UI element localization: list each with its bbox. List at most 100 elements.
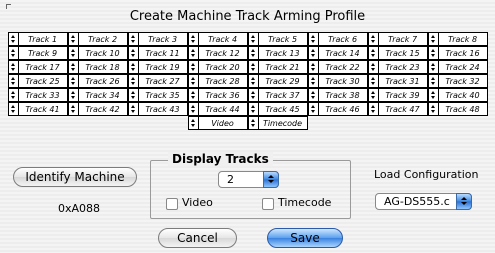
stepper-arrows-icon[interactable] — [369, 47, 379, 59]
stepper-arrows-icon[interactable] — [129, 89, 139, 101]
track-popup[interactable]: Track 41 — [8, 102, 68, 116]
track-popup[interactable]: Track 14 — [308, 46, 368, 60]
track-popup[interactable]: Track 33 — [8, 88, 68, 102]
track-popup[interactable]: Track 47 — [368, 102, 428, 116]
track-popup[interactable]: Track 11 — [128, 46, 188, 60]
stepper-arrows-icon[interactable] — [309, 61, 319, 73]
track-popup[interactable]: Track 8 — [428, 32, 488, 46]
stepper-arrows-icon[interactable] — [309, 75, 319, 87]
stepper-arrows-icon[interactable] — [69, 89, 79, 101]
save-button[interactable]: Save — [267, 228, 343, 248]
track-popup[interactable]: Track 44 — [188, 102, 248, 116]
track-popup[interactable]: Track 39 — [368, 88, 428, 102]
track-popup[interactable]: Track 9 — [8, 46, 68, 60]
stepper-arrows-icon[interactable] — [129, 103, 139, 115]
stepper-arrows-icon[interactable] — [189, 117, 199, 129]
stepper-arrows-icon[interactable] — [9, 75, 19, 87]
track-popup[interactable]: Track 3 — [128, 32, 188, 46]
track-popup[interactable]: Track 4 — [188, 32, 248, 46]
track-popup[interactable]: Track 1 — [8, 32, 68, 46]
track-popup[interactable]: Track 35 — [128, 88, 188, 102]
stepper-arrows-icon[interactable] — [9, 33, 19, 45]
track-popup[interactable]: Track 48 — [428, 102, 488, 116]
track-popup[interactable]: Track 16 — [428, 46, 488, 60]
stepper-arrows-icon[interactable] — [429, 61, 439, 73]
track-popup[interactable]: Track 46 — [308, 102, 368, 116]
track-popup[interactable]: Track 45 — [248, 102, 308, 116]
stepper-arrows-icon[interactable] — [9, 103, 19, 115]
stepper-arrows-icon[interactable] — [69, 75, 79, 87]
stepper-arrows-icon[interactable] — [129, 47, 139, 59]
checkbox-box[interactable] — [166, 198, 178, 210]
track-popup[interactable]: Track 17 — [8, 60, 68, 74]
stepper-arrows-icon[interactable] — [189, 103, 199, 115]
stepper-arrows-icon[interactable] — [9, 89, 19, 101]
track-popup[interactable]: Track 21 — [248, 60, 308, 74]
track-popup[interactable]: Track 23 — [368, 60, 428, 74]
stepper-arrows-icon[interactable] — [429, 103, 439, 115]
track-popup[interactable]: Track 28 — [188, 74, 248, 88]
stepper-arrows-icon[interactable] — [189, 33, 199, 45]
stepper-arrows-icon[interactable] — [309, 103, 319, 115]
stepper-arrows-icon[interactable] — [189, 61, 199, 73]
cancel-button[interactable]: Cancel — [158, 228, 237, 248]
stepper-arrows-icon[interactable] — [369, 61, 379, 73]
track-popup[interactable]: Track 38 — [308, 88, 368, 102]
stepper-arrows-icon[interactable] — [249, 61, 259, 73]
track-popup[interactable]: Video — [188, 116, 248, 130]
stepper-arrows-icon[interactable] — [129, 61, 139, 73]
stepper-arrows-icon[interactable] — [9, 47, 19, 59]
track-popup[interactable]: Track 42 — [68, 102, 128, 116]
track-popup[interactable]: Track 36 — [188, 88, 248, 102]
track-popup[interactable]: Track 6 — [308, 32, 368, 46]
stepper-arrows-icon[interactable] — [249, 47, 259, 59]
track-popup[interactable]: Track 19 — [128, 60, 188, 74]
stepper-arrows-icon[interactable] — [369, 89, 379, 101]
stepper-arrows-icon[interactable] — [429, 75, 439, 87]
stepper-arrows-icon[interactable] — [189, 47, 199, 59]
stepper-arrows-icon[interactable] — [249, 33, 259, 45]
track-popup[interactable]: Track 15 — [368, 46, 428, 60]
stepper-arrows-icon[interactable] — [249, 103, 259, 115]
track-popup[interactable]: Track 12 — [188, 46, 248, 60]
stepper-arrows-icon[interactable] — [429, 47, 439, 59]
track-popup[interactable]: Track 43 — [128, 102, 188, 116]
stepper-arrows-icon[interactable] — [9, 61, 19, 73]
track-popup[interactable]: Track 34 — [68, 88, 128, 102]
track-popup[interactable]: Track 13 — [248, 46, 308, 60]
track-popup[interactable]: Track 24 — [428, 60, 488, 74]
stepper-arrows-icon[interactable] — [189, 75, 199, 87]
stepper-arrows-icon[interactable] — [189, 89, 199, 101]
stepper-arrows-icon[interactable] — [249, 117, 259, 129]
track-popup[interactable]: Track 31 — [368, 74, 428, 88]
track-popup[interactable]: Track 27 — [128, 74, 188, 88]
track-popup[interactable]: Track 18 — [68, 60, 128, 74]
load-configuration-popup[interactable]: AG-DS555.c — [375, 193, 472, 210]
track-popup[interactable]: Track 25 — [8, 74, 68, 88]
track-popup[interactable]: Track 20 — [188, 60, 248, 74]
track-popup[interactable]: Track 22 — [308, 60, 368, 74]
stepper-arrows-icon[interactable] — [369, 103, 379, 115]
stepper-arrows-icon[interactable] — [369, 75, 379, 87]
stepper-arrows-icon[interactable] — [429, 89, 439, 101]
stepper-arrows-icon[interactable] — [69, 103, 79, 115]
track-popup[interactable]: Track 5 — [248, 32, 308, 46]
stepper-arrows-icon[interactable] — [309, 47, 319, 59]
identify-machine-button[interactable]: Identify Machine — [13, 167, 137, 187]
track-popup[interactable]: Track 10 — [68, 46, 128, 60]
stepper-arrows-icon[interactable] — [129, 33, 139, 45]
track-popup[interactable]: Track 40 — [428, 88, 488, 102]
stepper-arrows-icon[interactable] — [69, 61, 79, 73]
track-popup[interactable]: Track 26 — [68, 74, 128, 88]
stepper-arrows-icon[interactable] — [309, 89, 319, 101]
track-popup[interactable]: Track 32 — [428, 74, 488, 88]
stepper-arrows-icon[interactable] — [129, 75, 139, 87]
track-popup[interactable]: Track 2 — [68, 32, 128, 46]
track-popup[interactable]: Track 30 — [308, 74, 368, 88]
stepper-arrows-icon[interactable] — [249, 75, 259, 87]
stepper-arrows-icon[interactable] — [69, 33, 79, 45]
track-popup[interactable]: Track 29 — [248, 74, 308, 88]
stepper-arrows-icon[interactable] — [249, 89, 259, 101]
track-popup[interactable]: Timecode — [248, 116, 308, 130]
checkbox-box[interactable] — [262, 198, 274, 210]
